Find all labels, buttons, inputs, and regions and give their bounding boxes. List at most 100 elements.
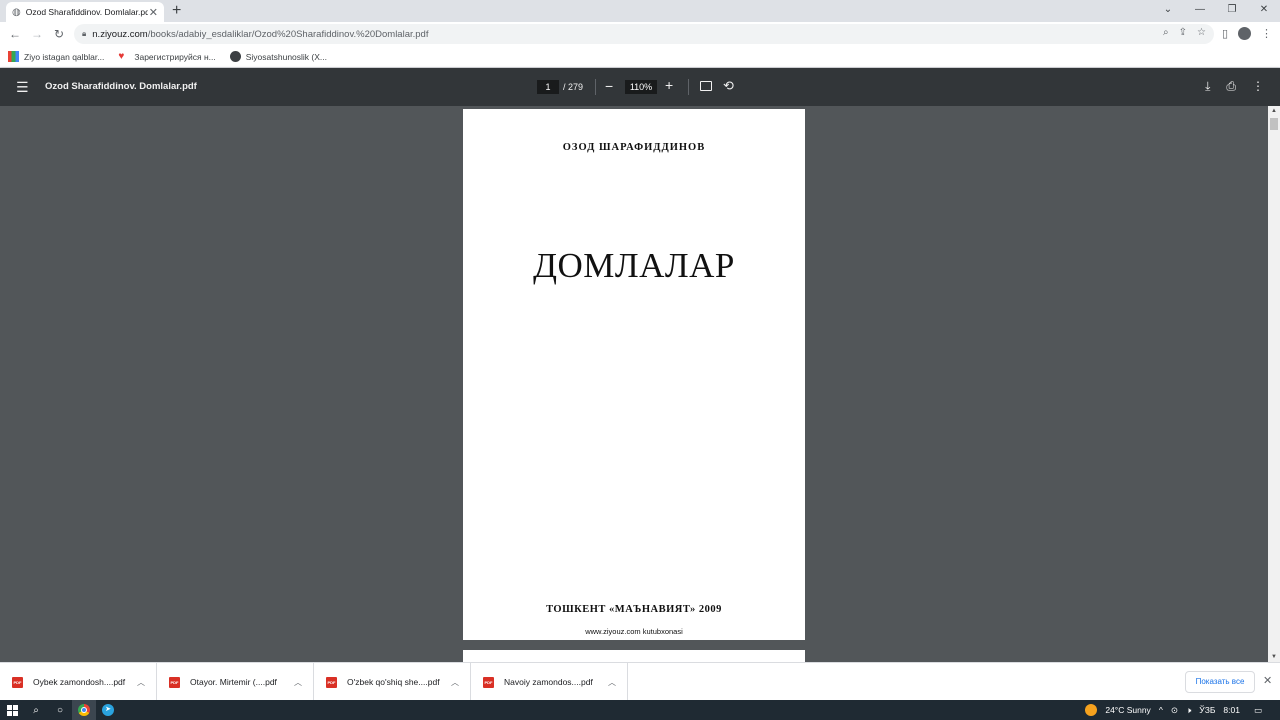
taskbar: ⌕ ○ ➤ 24°C Sunny ^ ⊙ 🕨︎ ЎЗБ 8:01 ▭ — [0, 700, 1280, 720]
heart-icon: ♥ — [118, 51, 125, 62]
chrome-icon — [78, 704, 90, 716]
side-panel-icon[interactable]: ▯ — [1222, 27, 1228, 40]
download-item[interactable]: PDF Navoiy zamondos....pdf ︿ — [471, 663, 628, 701]
minimize-button[interactable]: — — [1184, 0, 1216, 20]
pdf-file-icon: PDF — [326, 676, 337, 688]
weather-text[interactable]: 24°C Sunny — [1105, 705, 1150, 715]
more-options-icon[interactable]: ⋮ — [1252, 79, 1264, 94]
book-website: www.ziyouz.com kutubxonasi — [585, 627, 683, 636]
bookmark-item[interactable]: Ziyo istagan qalblar... — [8, 51, 104, 62]
reload-button[interactable]: ↻ — [48, 27, 70, 41]
bookmark-item[interactable]: Siyosatshunoslik (X... — [229, 51, 327, 62]
pdf-file-icon: PDF — [12, 676, 23, 688]
chevron-up-icon[interactable]: ^ — [1159, 705, 1163, 715]
scroll-up-icon[interactable]: ▲ — [1268, 108, 1280, 114]
show-all-button[interactable]: Показать все — [1185, 671, 1255, 693]
download-item[interactable]: PDF O'zbek qo'shiq she....pdf ︿ — [314, 663, 471, 701]
start-button[interactable] — [0, 700, 24, 720]
telegram-taskbar-button[interactable]: ➤ — [96, 700, 120, 720]
tab-strip: ◍ Ozod Sharafiddinov. Domlalar.pdf ✕ + ⌄… — [0, 0, 1280, 22]
book-author: ОЗОД ШАРАФИДДИНОВ — [562, 142, 706, 153]
scroll-down-icon[interactable]: ▼ — [1268, 654, 1280, 660]
chevron-up-icon[interactable]: ︿ — [137, 677, 145, 688]
zoom-in-button[interactable]: + — [665, 77, 673, 93]
share-icon[interactable]: ⇪ — [1179, 27, 1187, 38]
pdf-viewer[interactable]: ОЗОД ШАРАФИДДИНОВ ДОМЛАЛАР ТОШКЕНТ «МАЪН… — [0, 106, 1268, 662]
close-icon[interactable]: ✕ — [149, 6, 158, 19]
zoom-input[interactable]: 110% — [625, 80, 657, 94]
download-filename: Navoiy zamondos....pdf — [504, 677, 593, 687]
book-title: ДОМЛАЛАР — [533, 246, 735, 285]
new-tab-button[interactable]: + — [172, 2, 181, 20]
divider — [688, 79, 689, 95]
close-icon[interactable]: ✕ — [1263, 674, 1272, 687]
hamburger-menu-icon[interactable]: ☰ — [16, 80, 29, 94]
url-host: n.ziyouz.com — [92, 28, 148, 40]
network-icon[interactable]: ⊙ — [1171, 705, 1178, 716]
print-icon[interactable]: ⎙ — [1226, 79, 1236, 94]
browser-toolbar: ← → ↻ 🔒︎ n.ziyouz.com /books/adabiy_esda… — [0, 22, 1280, 46]
download-item[interactable]: PDF Otayor. Mirtemir (....pdf ︿ — [157, 663, 314, 701]
volume-icon[interactable]: 🕨︎ — [1186, 705, 1191, 716]
download-icon[interactable]: ⤓ — [1205, 79, 1210, 94]
rotate-icon[interactable]: ⟲ — [723, 78, 734, 94]
chevron-up-icon[interactable]: ︿ — [608, 677, 616, 688]
download-filename: Oybek zamondosh....pdf — [33, 677, 126, 687]
zoom-icon[interactable]: ⌕ — [1163, 27, 1169, 38]
forward-button[interactable]: → — [26, 27, 48, 41]
telegram-icon: ➤ — [102, 704, 114, 716]
lock-icon[interactable]: 🔒︎ — [82, 29, 86, 39]
back-button[interactable]: ← — [4, 27, 26, 41]
book-publisher: ТОШКЕНТ «МАЪНАВИЯТ» 2009 — [546, 604, 722, 615]
globe-icon — [229, 51, 241, 62]
chevron-up-icon[interactable]: ︿ — [294, 677, 302, 688]
pdf-toolbar: ☰ Ozod Sharafiddinov. Domlalar.pdf 1 / 2… — [0, 68, 1280, 106]
bookmarks-bar: Ziyo istagan qalblar... ♥ Зарегистрируйс… — [0, 46, 1280, 68]
fit-to-page-icon[interactable] — [700, 81, 712, 91]
toolbar-right: ▯ ⋮ — [1222, 27, 1272, 40]
clock[interactable]: 8:01 — [1223, 705, 1240, 715]
address-bar[interactable]: 🔒︎ n.ziyouz.com /books/adabiy_esdaliklar… — [74, 24, 1214, 44]
task-view-icon[interactable]: ○ — [48, 700, 72, 720]
tab-active[interactable]: ◍ Ozod Sharafiddinov. Domlalar.pdf ✕ — [6, 2, 164, 22]
download-item[interactable]: PDF Oybek zamondosh....pdf ︿ — [0, 663, 157, 701]
windows-icon — [6, 704, 18, 716]
chevron-down-icon[interactable]: ⌄ — [1152, 0, 1184, 20]
page-total: / 279 — [563, 82, 584, 92]
omnibox-actions: ⌕ ⇪ ☆ — [1163, 27, 1206, 38]
download-filename: Otayor. Mirtemir (....pdf — [190, 677, 277, 687]
search-icon[interactable]: ⌕ — [24, 700, 48, 720]
download-shelf: PDF Oybek zamondosh....pdf ︿ PDF Otayor.… — [0, 662, 1280, 701]
bookmark-item[interactable]: ♥ Зарегистрируйся н... — [118, 51, 215, 62]
url-path: /books/adabiy_esdaliklar/Ozod%20Sharafid… — [147, 28, 429, 40]
chrome-taskbar-button[interactable] — [72, 700, 96, 720]
pdf-page: ОЗОД ШАРАФИДДИНОВ ДОМЛАЛАР ТОШКЕНТ «МАЪН… — [463, 109, 805, 640]
pdf-title: Ozod Sharafiddinov. Domlalar.pdf — [45, 81, 197, 92]
system-tray: 24°C Sunny ^ ⊙ 🕨︎ ЎЗБ 8:01 ▭ — [1085, 700, 1262, 720]
download-filename: O'zbek qo'shiq she....pdf — [347, 677, 440, 687]
pdf-page-next — [463, 650, 805, 662]
lang-indicator[interactable]: ЎЗБ — [1199, 705, 1215, 715]
notification-icon[interactable]: ▭ — [1254, 705, 1262, 716]
zoom-out-button[interactable]: − — [605, 78, 613, 94]
scroll-thumb[interactable] — [1270, 118, 1278, 130]
divider — [595, 79, 596, 95]
bookmark-label: Siyosatshunoslik (X... — [245, 51, 327, 62]
pdf-file-icon: PDF — [483, 676, 494, 688]
page-number-input[interactable]: 1 — [537, 80, 559, 94]
bookmark-label: Зарегистрируйся н... — [134, 51, 216, 62]
chevron-up-icon[interactable]: ︿ — [451, 677, 459, 688]
restore-button[interactable]: ❐ — [1216, 0, 1248, 20]
profile-avatar[interactable] — [1238, 27, 1251, 40]
star-icon[interactable]: ☆ — [1197, 27, 1206, 38]
globe-icon: ◍ — [12, 6, 21, 18]
tab-title: Ozod Sharafiddinov. Domlalar.pdf — [25, 7, 148, 17]
scrollbar[interactable]: ▲ ▼ — [1268, 106, 1280, 662]
pdf-actions: ⤓ ⎙ ⋮ — [1205, 79, 1264, 94]
bookmark-favicon-icon — [8, 51, 19, 62]
weather-sun-icon[interactable] — [1085, 704, 1098, 716]
pdf-file-icon: PDF — [169, 676, 180, 688]
bookmark-label: Ziyo istagan qalblar... — [24, 51, 105, 62]
close-window-button[interactable]: ✕ — [1248, 0, 1280, 20]
menu-dots-icon[interactable]: ⋮ — [1261, 27, 1272, 40]
